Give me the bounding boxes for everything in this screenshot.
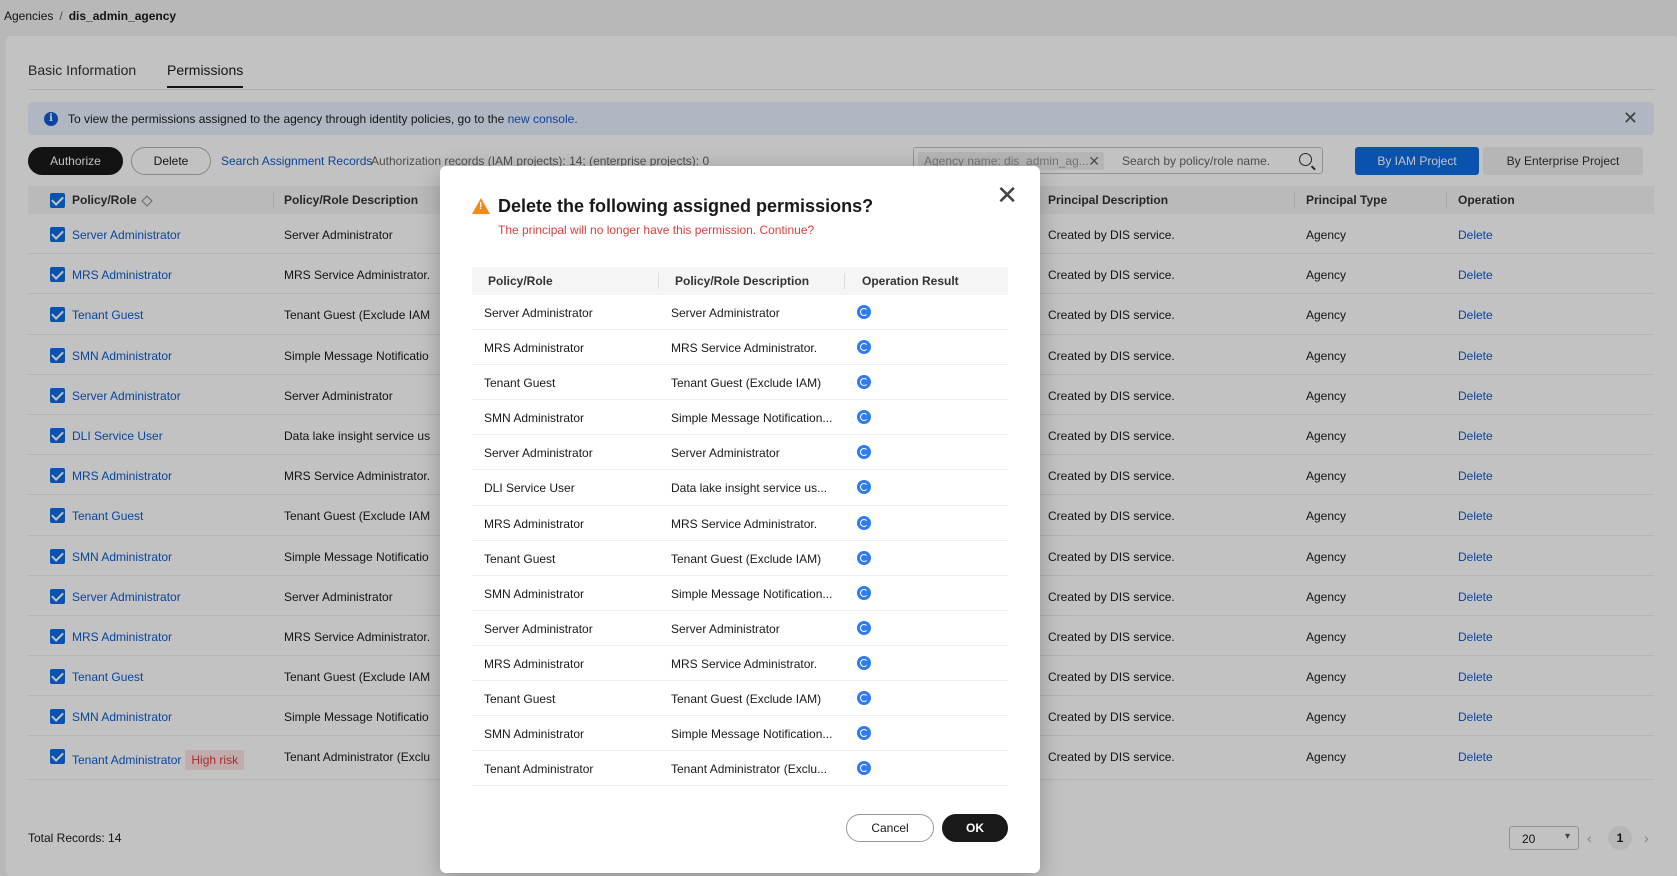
- column-divider: [844, 273, 845, 289]
- loading-spinner-icon: [857, 620, 871, 635]
- loading-spinner-icon: [857, 410, 871, 425]
- dialog-header-policy: Policy/Role: [488, 274, 553, 288]
- dialog-table-row: SMN Administrator Simple Message Notifica…: [472, 400, 1008, 436]
- dialog-description: Simple Message Notification...: [671, 727, 833, 742]
- dialog-table-row: Tenant Guest Tenant Guest (Exclude IAM): [472, 681, 1008, 717]
- dialog-description: Server Administrator: [671, 306, 780, 320]
- cancel-button[interactable]: Cancel: [846, 814, 934, 842]
- dialog-description: Simple Message Notification...: [671, 411, 833, 426]
- dialog-description: Tenant Guest (Exclude IAM): [671, 692, 822, 707]
- dialog-policy: MRS Administrator: [484, 516, 585, 531]
- dialog-description: Data lake insight service us...: [671, 481, 828, 496]
- dialog-subtitle: The principal will no longer have this p…: [498, 223, 815, 237]
- dialog-description: Simple Message Notification...: [671, 586, 833, 601]
- dialog-policy: Server Administrator: [484, 446, 593, 461]
- loading-spinner-icon: [857, 655, 871, 670]
- loading-spinner-icon: [857, 480, 871, 495]
- dialog-policy: Server Administrator: [484, 306, 593, 320]
- loading-spinner-icon: [857, 726, 871, 741]
- loading-spinner-icon: [857, 585, 871, 600]
- dialog-header-description: Policy/Role Description: [675, 274, 810, 288]
- dialog-description: Server Administrator: [671, 446, 780, 461]
- dialog-table-row: MRS Administrator MRS Service Administrat…: [472, 506, 1008, 541]
- dialog-policy: Server Administrator: [484, 621, 593, 636]
- dialog-table-row: DLI Service User Data lake insight servic…: [472, 470, 1008, 506]
- dialog-description: MRS Service Administrator.: [671, 341, 818, 356]
- dialog-table-body: Server Administrator Server Administrator…: [472, 295, 1008, 787]
- dialog-policy: Tenant Guest: [484, 376, 556, 391]
- loading-spinner-icon: [857, 340, 871, 355]
- dialog-table-row: SMN Administrator Simple Message Notifica…: [472, 716, 1008, 752]
- dialog-policy: DLI Service User: [484, 481, 575, 496]
- loading-spinner-icon: [857, 515, 871, 530]
- dialog-table-row: Tenant Administrator Tenant Administrator…: [472, 751, 1008, 787]
- dialog-policy: Tenant Guest: [484, 551, 556, 566]
- dialog-table-row: MRS Administrator MRS Service Administrat…: [472, 646, 1008, 682]
- loading-spinner-icon: [857, 761, 871, 776]
- loading-spinner-icon: [857, 550, 871, 565]
- dialog-policy: SMN Administrator: [484, 727, 585, 742]
- loading-spinner-icon: [857, 445, 871, 460]
- dialog-table-header: Policy/Role Policy/Role Description Oper…: [472, 267, 1008, 295]
- warning-icon: !: [472, 198, 490, 214]
- dialog-table-row: MRS Administrator MRS Service Administrat…: [472, 330, 1008, 366]
- dialog-header-result: Operation Result: [862, 274, 959, 288]
- dialog-table-row: Server Administrator Server Administrator: [472, 611, 1008, 646]
- dialog-table-row: Server Administrator Server Administrator: [472, 295, 1008, 331]
- page: Agencies / dis_admin_agency Basic Informat…: [0, 0, 1677, 876]
- dialog-policy: SMN Administrator: [484, 586, 585, 601]
- dialog-description: Server Administrator: [671, 621, 780, 636]
- ok-button[interactable]: OK: [942, 814, 1008, 842]
- delete-confirm-dialog: ! Delete the following assigned permissi…: [440, 166, 1040, 873]
- dialog-policy: MRS Administrator: [484, 656, 585, 671]
- dialog-title: Delete the following assigned permission…: [498, 196, 874, 216]
- dialog-policy: Tenant Administrator: [484, 762, 594, 777]
- loading-spinner-icon: [857, 691, 871, 706]
- close-icon[interactable]: ✕: [996, 180, 1018, 211]
- dialog-description: MRS Service Administrator.: [671, 656, 818, 671]
- dialog-policy: SMN Administrator: [484, 411, 585, 426]
- dialog-table-row: SMN Administrator Simple Message Notifica…: [472, 576, 1008, 611]
- dialog-description: MRS Service Administrator.: [671, 516, 818, 531]
- dialog-table: Policy/Role Policy/Role Description Oper…: [472, 267, 1008, 787]
- dialog-policy: Tenant Guest: [484, 692, 556, 707]
- dialog-description: Tenant Guest (Exclude IAM): [671, 551, 822, 566]
- loading-spinner-icon: [857, 305, 871, 319]
- dialog-description: Tenant Guest (Exclude IAM): [671, 376, 822, 391]
- dialog-table-row: Server Administrator Server Administrator: [472, 435, 1008, 471]
- dialog-description: Tenant Administrator (Exclu...: [671, 762, 828, 777]
- dialog-table-row: Tenant Guest Tenant Guest (Exclude IAM): [472, 365, 1008, 401]
- loading-spinner-icon: [857, 375, 871, 390]
- dialog-table-row: Tenant Guest Tenant Guest (Exclude IAM): [472, 541, 1008, 576]
- column-divider: [658, 273, 659, 289]
- dialog-policy: MRS Administrator: [484, 341, 585, 356]
